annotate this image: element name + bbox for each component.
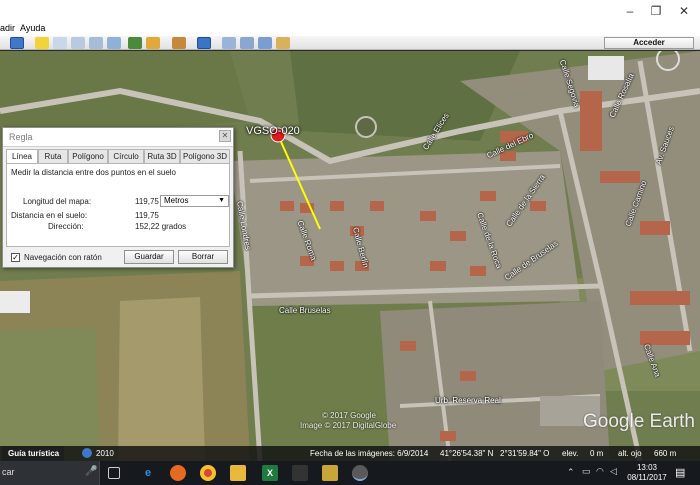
- imagery-year: 2010: [96, 449, 114, 458]
- historical-imagery-icon[interactable]: [128, 37, 142, 49]
- task-view-icon[interactable]: [108, 467, 120, 479]
- restore-icon[interactable]: ❐: [646, 4, 666, 18]
- ruler-icon[interactable]: [197, 37, 211, 49]
- clear-button[interactable]: Borrar: [178, 250, 228, 264]
- ground-distance-value: 119,75: [135, 211, 159, 220]
- placemark-icon[interactable]: [35, 37, 49, 49]
- close-icon[interactable]: ✕: [674, 4, 694, 18]
- map-length-value: 119,75: [135, 197, 159, 206]
- menu-bar: adir Ayuda: [0, 22, 700, 36]
- copyright-imagery: Image © 2017 DigitalGlobe: [300, 421, 397, 430]
- record-tour-icon[interactable]: [107, 37, 121, 49]
- window-title-bar: – ❐ ✕: [0, 0, 700, 22]
- file-explorer-icon[interactable]: [230, 465, 246, 481]
- status-bar: Guía turística 2010 Fecha de las imágene…: [0, 446, 700, 461]
- dialog-title: Regla: [3, 128, 233, 147]
- microphone-icon[interactable]: 🎤: [85, 466, 97, 477]
- ruler-dialog: Regla ✕ Línea Ruta Polígono Círculo Ruta…: [2, 127, 234, 268]
- ground-distance-label: Distancia en el suelo:: [11, 211, 88, 220]
- tab-poligono[interactable]: Polígono: [68, 149, 108, 163]
- menu-item-ayuda[interactable]: Ayuda: [20, 23, 45, 33]
- latitude: 41°26'54.38" N: [440, 449, 494, 458]
- google-maps-icon[interactable]: [276, 37, 290, 49]
- units-select[interactable]: Metros ▼: [160, 195, 229, 207]
- close-icon[interactable]: ✕: [219, 130, 231, 142]
- mouse-navigation-label: Navegación con ratón: [24, 253, 102, 262]
- excel-icon[interactable]: X: [262, 465, 278, 481]
- elevation-label: elev.: [562, 449, 579, 458]
- search-input[interactable]: car: [2, 467, 15, 477]
- email-icon[interactable]: [222, 37, 236, 49]
- volume-icon[interactable]: ◁: [610, 466, 617, 477]
- taskbar: car 🎤 e X ⌃ ▭ ◠ ◁ 13:03 08/11/2017 ▤: [0, 461, 700, 485]
- tab-poligono-3d[interactable]: Polígono 3D: [180, 149, 230, 163]
- sunlight-icon[interactable]: [146, 37, 160, 49]
- eye-altitude-value: 660 m: [654, 449, 677, 458]
- tab-ruta-3d[interactable]: Ruta 3D: [144, 149, 180, 163]
- clock-time: 13:03: [636, 463, 658, 472]
- historical-clock-icon[interactable]: [82, 448, 92, 458]
- planets-icon[interactable]: [172, 37, 186, 49]
- tab-panel: Medir la distancia entre dos puntos en e…: [6, 163, 230, 247]
- copyright-google: © 2017 Google: [322, 411, 376, 420]
- google-earth-logo: Google Earth: [583, 411, 695, 432]
- overlay-icon[interactable]: [89, 37, 103, 49]
- menu-item-anadir[interactable]: adir: [0, 23, 15, 33]
- mouse-navigation-checkbox[interactable]: ✓: [11, 253, 20, 262]
- units-selected: Metros: [164, 196, 189, 205]
- chrome-icon[interactable]: [200, 465, 216, 481]
- tab-circulo[interactable]: Círculo: [108, 149, 144, 163]
- store-icon[interactable]: [292, 465, 308, 481]
- firefox-icon[interactable]: [170, 465, 186, 481]
- instruction-text: Medir la distancia entre dos puntos en e…: [11, 168, 176, 177]
- search-box[interactable]: car 🎤: [0, 461, 100, 485]
- save-button[interactable]: Guardar: [124, 250, 174, 264]
- direction-label: Dirección:: [48, 222, 84, 231]
- chevron-up-icon[interactable]: ⌃: [567, 467, 575, 478]
- tab-ruta[interactable]: Ruta: [38, 149, 68, 163]
- imagery-date: Fecha de las imágenes: 6/9/2014: [310, 449, 429, 458]
- map-length-label: Longitud del mapa:: [23, 197, 92, 206]
- street-label: Calle Bruselas: [279, 306, 331, 315]
- longitude: 2°31'59.84" O: [500, 449, 550, 458]
- eye-altitude-label: alt. ojo: [618, 449, 642, 458]
- placemark-label[interactable]: VGSO-020: [246, 125, 300, 137]
- app-icon[interactable]: [322, 465, 338, 481]
- direction-value: 152,22 grados: [135, 222, 187, 231]
- toolbar: [0, 36, 700, 50]
- street-label: Urb. Reserva Real: [435, 396, 501, 405]
- google-earth-icon[interactable]: [352, 465, 368, 481]
- clock-date: 08/11/2017: [627, 473, 667, 482]
- elevation-value: 0 m: [590, 449, 604, 458]
- sidebar-toggle-icon[interactable]: [10, 37, 24, 49]
- edge-icon[interactable]: e: [140, 465, 156, 481]
- minimize-icon[interactable]: –: [620, 4, 640, 18]
- wifi-icon[interactable]: ◠: [596, 466, 604, 477]
- tour-guide-tab[interactable]: Guía turística: [2, 446, 64, 461]
- tab-linea[interactable]: Línea: [6, 149, 38, 164]
- save-image-icon[interactable]: [258, 37, 272, 49]
- network-icon[interactable]: ▭: [582, 466, 591, 477]
- clock[interactable]: 13:03 08/11/2017: [627, 463, 667, 483]
- path-icon[interactable]: [71, 37, 85, 49]
- acceder-button[interactable]: Acceder: [604, 37, 694, 49]
- chevron-down-icon: ▼: [218, 197, 225, 204]
- notification-icon[interactable]: ▤: [675, 466, 685, 479]
- print-icon[interactable]: [240, 37, 254, 49]
- polygon-icon[interactable]: [53, 37, 67, 49]
